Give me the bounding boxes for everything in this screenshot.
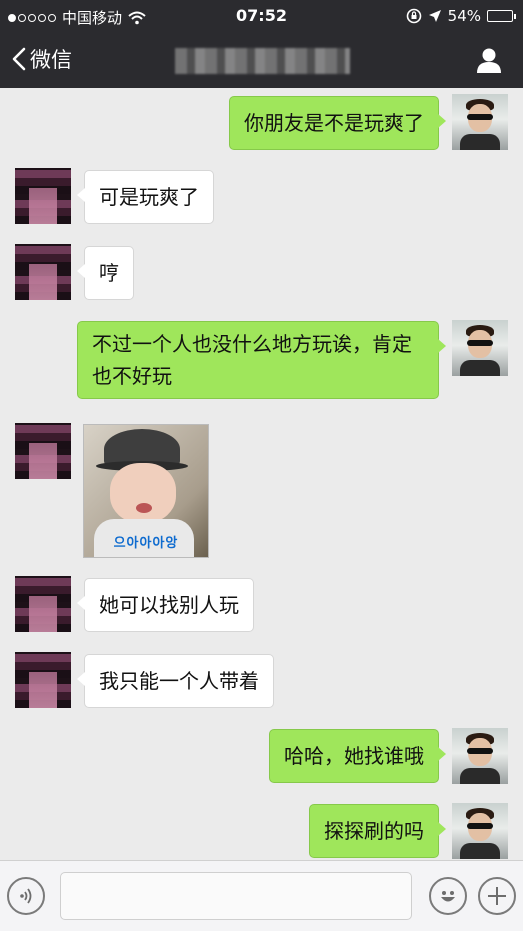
my-avatar[interactable] <box>452 803 508 859</box>
back-label: 微信 <box>30 48 72 72</box>
my-avatar[interactable] <box>452 728 508 784</box>
message-bubble-incoming[interactable]: 可是玩爽了 <box>77 170 214 224</box>
more-button[interactable] <box>478 877 516 915</box>
input-bar <box>0 860 523 931</box>
contact-avatar[interactable] <box>15 576 71 632</box>
orientation-lock-icon <box>406 8 421 24</box>
crying-baby-sticker[interactable]: 으아아아앙 <box>83 424 209 558</box>
message-bubble-incoming[interactable]: 她可以找别人玩 <box>77 578 254 632</box>
nav-bar: 微信 <box>0 32 523 88</box>
voice-icon <box>20 888 32 904</box>
smiley-icon <box>441 891 455 902</box>
location-arrow-icon <box>428 10 441 22</box>
contact-avatar[interactable] <box>15 244 71 300</box>
contact-avatar[interactable] <box>15 652 71 708</box>
message-bubble-incoming[interactable]: 我只能一个人带着 <box>77 654 274 708</box>
contact-avatar[interactable] <box>15 423 71 479</box>
person-icon <box>477 48 501 73</box>
my-avatar[interactable] <box>452 320 508 376</box>
message-bubble-outgoing[interactable]: 探探刷的吗 <box>309 804 446 858</box>
chevron-left-icon <box>12 47 26 71</box>
emoji-button[interactable] <box>429 877 467 915</box>
message-bubble-outgoing[interactable]: 哈哈，她找谁哦 <box>269 729 446 783</box>
battery-percent: 54% <box>447 7 481 25</box>
message-bubble-outgoing[interactable]: 不过一个人也没什么地方玩诶，肯定也不好玩 <box>77 321 446 399</box>
message-bubble-incoming[interactable]: 哼 <box>77 246 134 300</box>
my-avatar[interactable] <box>452 94 508 150</box>
profile-button[interactable] <box>475 46 503 78</box>
back-button[interactable]: 微信 <box>12 44 72 74</box>
voice-button[interactable] <box>7 877 45 915</box>
chat-title-blurred <box>175 48 350 74</box>
status-bar: 中国移动 07:52 54% <box>0 0 523 32</box>
message-bubble-outgoing[interactable]: 你朋友是不是玩爽了 <box>229 96 446 150</box>
contact-avatar[interactable] <box>15 168 71 224</box>
plus-icon <box>488 887 506 905</box>
message-list[interactable]: 你朋友是不是玩爽了 可是玩爽了 哼 不过一个人也没什么地方玩诶，肯定也不好玩 으… <box>0 88 523 860</box>
message-input[interactable] <box>60 872 412 920</box>
sticker-caption: 으아아아앙 <box>113 536 179 551</box>
battery-icon <box>487 10 516 22</box>
